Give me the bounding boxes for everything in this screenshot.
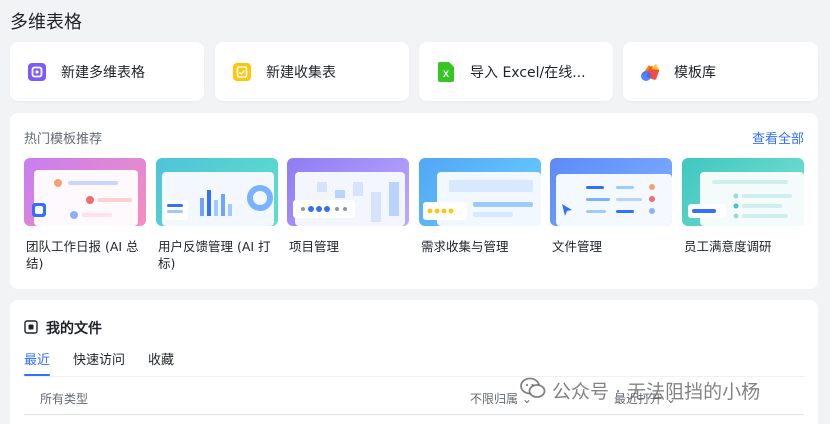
- file-tabs: 最近 快速访问 收藏: [24, 349, 197, 376]
- my-files-heading: 我的文件: [24, 318, 102, 338]
- template-label: 文件管理: [552, 239, 603, 254]
- tabs-divider: [24, 376, 804, 377]
- my-files-title: 我的文件: [46, 321, 102, 337]
- new-form-button[interactable]: 新建收集表: [215, 42, 409, 101]
- form-icon: [231, 61, 253, 83]
- folder-icon: [24, 319, 38, 338]
- new-form-label: 新建收集表: [266, 64, 336, 81]
- owner-filter[interactable]: 不限归属 ⌄: [470, 390, 532, 407]
- template-card-satisfaction-survey[interactable]: 员工满意度调研: [682, 158, 804, 255]
- import-excel-label: 导入 Excel/在线...: [470, 64, 586, 81]
- tab-recent[interactable]: 最近: [24, 349, 51, 376]
- template-card-project[interactable]: 项目管理: [287, 158, 409, 255]
- popular-templates-panel: 热门模板推荐 查看全部 团队工作日报 (AI 总结) 用户反馈管理 (AI 打标…: [10, 113, 818, 289]
- template-label: 用户反馈管理 (AI 打标): [158, 239, 271, 271]
- filter-row: 所有类型 不限归属 ⌄ 最近打开 ⌄: [24, 390, 804, 414]
- template-thumbnail: [682, 158, 804, 226]
- chevron-down-icon: ⌄: [665, 392, 676, 406]
- template-thumbnail: [156, 158, 278, 226]
- filter-divider: [24, 414, 804, 415]
- owner-filter-label: 不限归属: [470, 392, 519, 406]
- template-thumbnail: [550, 158, 672, 226]
- new-base-label: 新建多维表格: [61, 64, 145, 81]
- template-thumbnail: [24, 158, 146, 226]
- svg-text:X: X: [443, 69, 449, 79]
- popular-templates-heading: 热门模板推荐: [24, 132, 103, 147]
- template-thumbnail: [287, 158, 409, 226]
- excel-icon: X: [435, 61, 457, 83]
- chevron-down-icon: ⌄: [521, 392, 532, 406]
- template-label: 团队工作日报 (AI 总结): [26, 239, 139, 271]
- sort-filter[interactable]: 最近打开 ⌄: [614, 390, 676, 407]
- template-label: 员工满意度调研: [684, 239, 772, 254]
- template-label: 需求收集与管理: [421, 239, 509, 254]
- template-card-feedback[interactable]: 用户反馈管理 (AI 打标): [156, 158, 278, 272]
- template-library-button[interactable]: 模板库: [623, 42, 818, 101]
- import-excel-button[interactable]: X 导入 Excel/在线...: [419, 42, 613, 101]
- template-library-icon: [639, 61, 661, 83]
- template-card-requirements[interactable]: 需求收集与管理: [419, 158, 541, 255]
- template-thumbnail: [419, 158, 541, 226]
- tab-favorites[interactable]: 收藏: [148, 349, 174, 376]
- template-library-label: 模板库: [674, 64, 716, 81]
- template-card-file-management[interactable]: 文件管理: [550, 158, 672, 255]
- template-label: 项目管理: [289, 239, 340, 254]
- tab-quick-access[interactable]: 快速访问: [73, 349, 125, 376]
- view-all-link[interactable]: 查看全部: [752, 128, 804, 147]
- new-base-button[interactable]: 新建多维表格: [10, 42, 204, 101]
- page-title: 多维表格: [10, 12, 82, 33]
- file-type-filter[interactable]: 所有类型: [40, 390, 88, 407]
- template-card-daily-report[interactable]: 团队工作日报 (AI 总结): [24, 158, 146, 272]
- my-files-panel: 我的文件 最近 快速访问 收藏 所有类型 不限归属 ⌄ 最近打开 ⌄: [10, 300, 818, 424]
- sort-filter-label: 最近打开: [614, 392, 663, 406]
- base-icon: [26, 61, 48, 83]
